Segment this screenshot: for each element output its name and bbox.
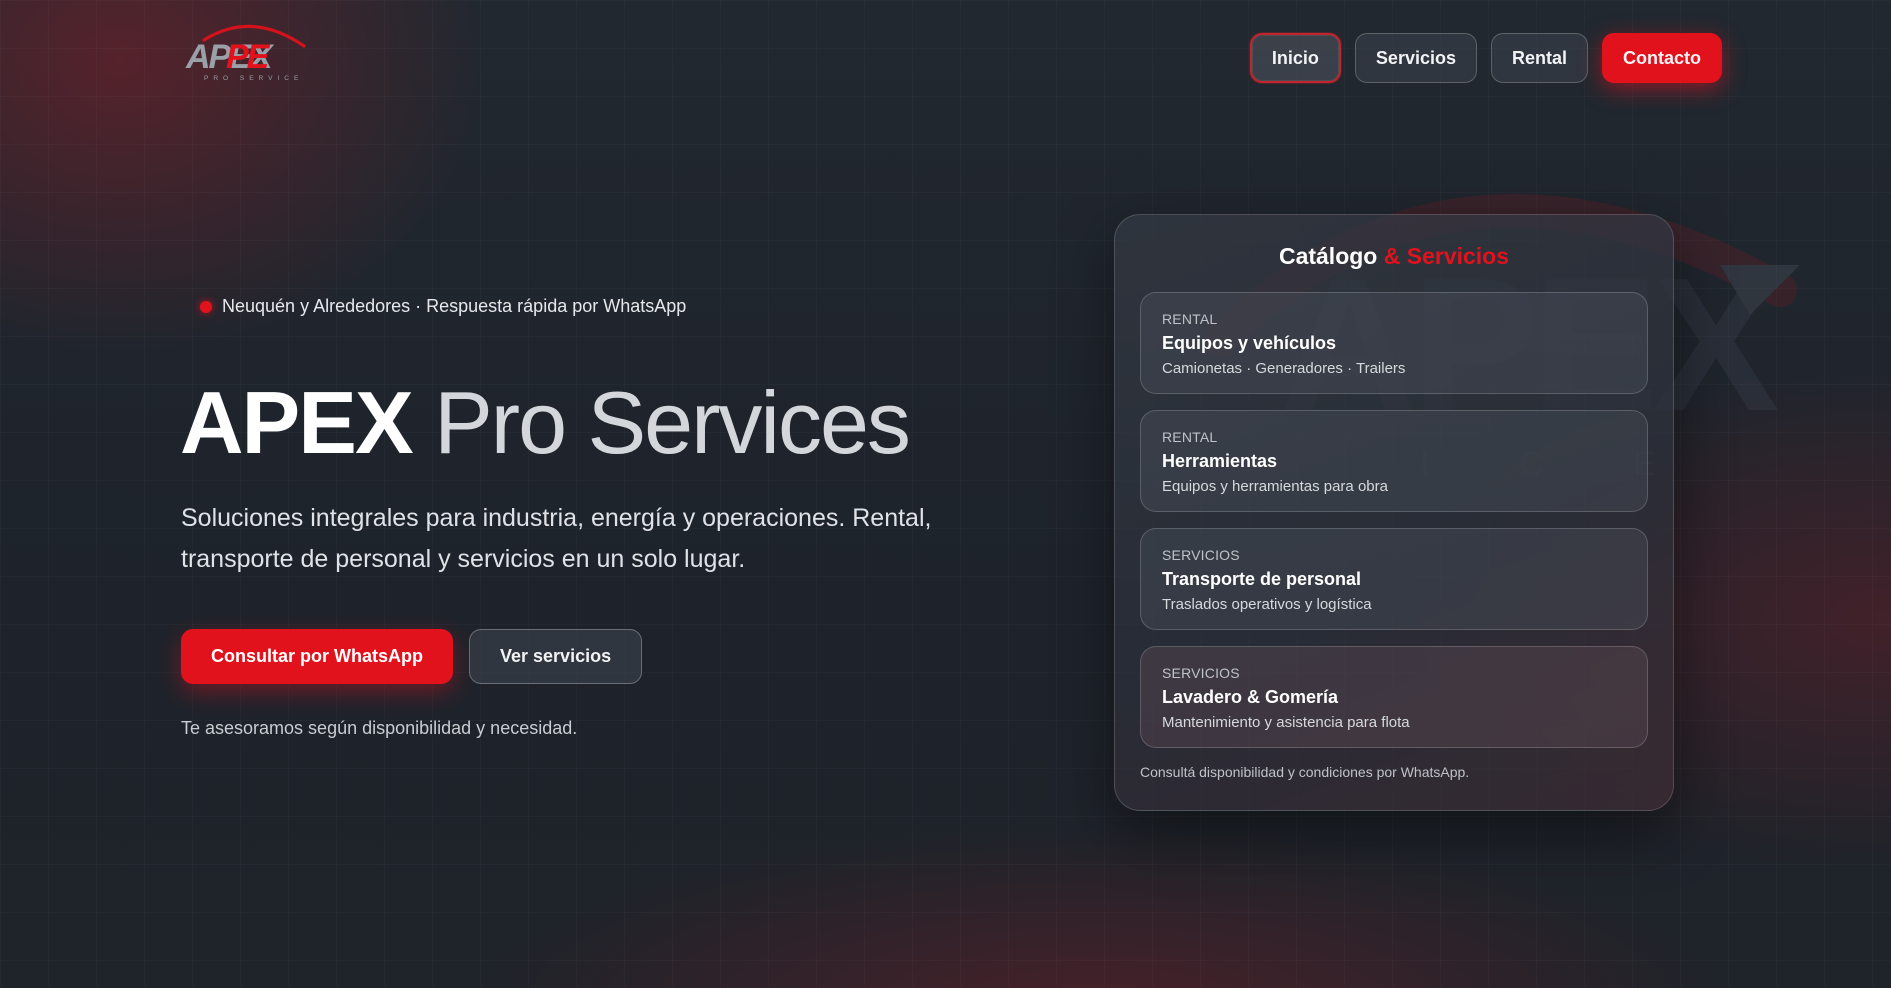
catalog-item-name: Transporte de personal [1162,569,1362,589]
catalog-title-main: Catálogo [1278,243,1378,269]
hero-title: APEX Pro Services [180,372,911,474]
catalog-item-desc: Traslados operativos y logística [1162,596,1372,613]
catalog-item-herramientas[interactable]: RENTAL Herramientas Equipos y herramient… [1140,410,1648,512]
hero-title-rest: Pro Services [434,373,911,472]
catalog-item-desc: Camionetas · Generadores · Trailers [1162,360,1406,377]
catalog-item-desc: Mantenimiento y asistencia para flota [1162,714,1410,731]
catalog-item-transporte[interactable]: SERVICIOS Transporte de personal Traslad… [1140,528,1648,630]
catalog-card: Catálogo & Servicios RENTAL Equipos y ve… [1114,214,1674,811]
nav-servicios[interactable]: Servicios [1354,33,1477,83]
hero-actions: Consultar por WhatsApp Ver servicios [181,629,643,684]
nav-rental[interactable]: Rental [1490,33,1588,83]
catalog-item-kicker: SERVICIOS [1162,665,1240,681]
apex-logo: APEX PE PRO SERVICE [185,24,306,82]
page: APEX I C E APEX PE PRO SERVICE Inicio Se… [0,0,1891,988]
hero-description: Soluciones integrales para industria, en… [181,504,932,573]
whatsapp-button[interactable]: Consultar por WhatsApp [181,629,453,684]
hero-tagline: Neuquén y Alrededores · Respuesta rápida… [200,296,686,317]
hero-note: Te asesoramos según disponibilidad y nec… [181,718,578,738]
svg-text:PE: PE [226,38,271,76]
catalog-title: Catálogo & Servicios [1140,243,1648,270]
catalog-item-kicker: SERVICIOS [1162,547,1240,563]
view-services-button[interactable]: Ver servicios [469,629,643,684]
catalog-item-name: Equipos y vehículos [1162,333,1337,353]
catalog-item-name: Lavadero & Gomería [1162,687,1339,707]
catalog-footer-note: Consultá disponibilidad y condiciones po… [1140,764,1470,780]
catalog-item-name: Herramientas [1162,451,1278,471]
status-dot-icon [200,300,212,313]
catalog-item-kicker: RENTAL [1162,429,1218,445]
catalog-title-accent: & Servicios [1383,243,1510,269]
nav-inicio[interactable]: Inicio [1249,33,1341,83]
main-nav: Inicio Servicios Rental Contacto [1249,33,1722,83]
hero-title-brand: APEX [180,373,414,472]
catalog-item-lavadero[interactable]: SERVICIOS Lavadero & Gomería Mantenimien… [1140,646,1648,748]
hero-tagline-text: Neuquén y Alrededores · Respuesta rápida… [222,296,687,316]
svg-text:PRO SERVICE: PRO SERVICE [204,75,303,82]
nav-contacto[interactable]: Contacto [1602,33,1722,83]
catalog-item-equipos[interactable]: RENTAL Equipos y vehículos Camionetas · … [1140,292,1648,394]
catalog-item-kicker: RENTAL [1162,311,1218,327]
catalog-item-desc: Equipos y herramientas para obra [1162,478,1388,495]
